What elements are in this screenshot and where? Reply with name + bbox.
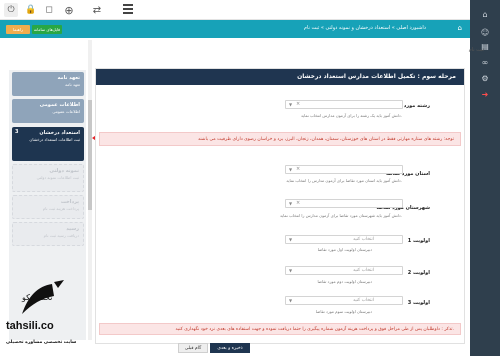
major-select[interactable]: ▼ × xyxy=(285,100,403,109)
step-title: نمونه دولتی xyxy=(49,168,79,174)
step-title: پرداخت xyxy=(60,199,79,205)
step-commitment[interactable]: تعهد نامه تعهد نامه xyxy=(12,72,84,96)
field-help: دانش آموز باید یک رشته را برای آزمون مدا… xyxy=(300,113,402,118)
step-subtitle: ثبت اطلاعات استعداد درخشان xyxy=(29,137,80,142)
breadcrumb: راهنما فایل‌های سامانه داشبورد اصلی » اس… xyxy=(0,20,470,38)
step-number: 3 xyxy=(15,129,19,135)
home-icon[interactable]: ⌂ xyxy=(458,24,462,32)
lock-icon[interactable]: 🔒 xyxy=(24,3,38,17)
settings-icon[interactable]: ⚙ xyxy=(478,72,492,84)
clear-icon[interactable]: × xyxy=(296,166,300,172)
save-next-button[interactable]: ذخیره و بعدی xyxy=(210,343,250,353)
brand-logo-icon: تحصیلیکو xyxy=(21,280,64,314)
clear-icon[interactable]: × xyxy=(296,101,300,107)
priority-2-select[interactable]: ▼ انتخاب کنید xyxy=(285,266,403,275)
guide-button[interactable]: راهنما xyxy=(6,25,30,34)
panel-title: مرحله سوم : تکمیل اطلاعات مدارس استعداد … xyxy=(297,73,456,80)
field-label-priority-3: اولویت 3 xyxy=(407,300,430,306)
field-help: دبیرستان اولویت دوم مورد تقاضا xyxy=(317,279,372,284)
icon-sidebar: ⌂ ☺ ▤ ∞ ⚙ ➜ xyxy=(470,0,500,356)
step-subtitle: دریافت رسید ثبت نام xyxy=(43,233,79,238)
brand-site: tahsili.co xyxy=(6,320,54,332)
field-help: دانش آموز باید استان مورد تقاضا برای آزم… xyxy=(286,178,402,183)
system-files-button[interactable]: فایل‌های سامانه xyxy=(32,25,62,34)
breadcrumb-text[interactable]: داشبورد اصلی » استعداد درخشان و نمونه دو… xyxy=(304,25,426,31)
notification-icon[interactable]: ◻ xyxy=(42,3,56,17)
select-placeholder: انتخاب کنید xyxy=(352,298,374,303)
user-icon[interactable]: ☺ xyxy=(478,26,492,38)
step-subtitle: اطلاعات عمومی xyxy=(52,109,80,114)
priority-1-select[interactable]: ▼ انتخاب کنید xyxy=(285,235,403,244)
field-label-priority-2: اولویت 2 xyxy=(407,270,430,276)
chevron-down-icon: ▼ xyxy=(289,102,293,107)
city-select[interactable]: ▼ × xyxy=(285,199,403,208)
notice-text: توجه: رشته های ستاره مهارتی فقط در استان… xyxy=(197,137,454,142)
top-bar: ⏻ 🔒 ◻ ⊕ ⇄ xyxy=(0,0,470,20)
select-placeholder: انتخاب کنید xyxy=(352,268,374,273)
priority-3-select[interactable]: ▼ انتخاب کنید xyxy=(285,296,403,305)
brand-name: تحصیلیکو xyxy=(21,293,52,302)
chevron-down-icon: ▼ xyxy=(289,167,293,172)
globe-icon[interactable]: ⊕ xyxy=(62,3,76,17)
select-placeholder: انتخاب کنید xyxy=(352,237,374,242)
watermark: تحصیلیکو tahsili.co سایت تخصصی مشاوره تح… xyxy=(0,272,84,356)
sync-icon[interactable]: ⇄ xyxy=(90,3,104,17)
scrollbar-thumb[interactable] xyxy=(88,100,92,210)
province-select[interactable]: ▼ × xyxy=(285,165,403,174)
home-icon[interactable]: ⌂ xyxy=(478,8,492,20)
step-receipt[interactable]: رسید دریافت رسید ثبت نام xyxy=(12,222,84,246)
clear-icon[interactable]: × xyxy=(296,200,300,206)
field-label-priority-1: اولویت 1 xyxy=(407,238,430,244)
logout-icon[interactable]: ⏻ xyxy=(4,3,18,17)
panel-header: مرحله سوم : تکمیل اطلاعات مدارس استعداد … xyxy=(96,69,464,85)
chevron-down-icon: ▼ xyxy=(289,201,293,206)
brand-tagline: سایت تخصصی مشاوره تحصیلی xyxy=(6,340,77,345)
chevron-down-icon: ▼ xyxy=(289,237,293,242)
step-subtitle: پرداخت هزینه ثبت نام xyxy=(42,206,79,211)
warning-text: تذکر : داوطلبان پس از طی مراحل فوق و پرد… xyxy=(175,327,454,332)
notice-box: توجه: رشته های ستاره مهارتی فقط در استان… xyxy=(99,132,461,146)
page-title: ثبت نام xyxy=(468,47,484,53)
step-title: استعداد درخشان xyxy=(39,130,80,136)
step-subtitle: ثبت اطلاعات نمونه دولتی xyxy=(36,175,79,180)
field-help: دانش آموز باید شهرستان مورد تقاضا برای آ… xyxy=(280,213,402,218)
step-payment[interactable]: پرداخت پرداخت هزینه ثبت نام xyxy=(12,195,84,219)
step-title: رسید xyxy=(66,226,79,232)
field-help: دبیرستان اولویت سوم مورد تقاضا xyxy=(315,309,372,314)
chevron-down-icon: ▼ xyxy=(289,268,293,273)
logout-active-icon[interactable]: ➜ xyxy=(478,88,492,100)
menu-icon[interactable] xyxy=(123,4,133,16)
step-model-school[interactable]: نمونه دولتی ثبت اطلاعات نمونه دولتی xyxy=(12,164,84,192)
previous-step-button[interactable]: گام قبلی xyxy=(178,343,208,353)
step-title: اطلاعات عمومی xyxy=(39,102,80,108)
warning-box: تذکر : داوطلبان پس از طی مراحل فوق و پرد… xyxy=(99,323,461,335)
step-subtitle: تعهد نامه xyxy=(65,82,80,87)
step-general-info[interactable]: اطلاعات عمومی اطلاعات عمومی xyxy=(12,99,84,123)
step-talented-school[interactable]: 3 استعداد درخشان ثبت اطلاعات استعداد درخ… xyxy=(12,127,84,161)
chevron-down-icon: ▼ xyxy=(289,298,293,303)
field-help: دبیرستان اولویت اول مورد تقاضا xyxy=(317,247,372,252)
link-icon[interactable]: ∞ xyxy=(478,56,492,68)
step-title: تعهد نامه xyxy=(57,75,80,81)
